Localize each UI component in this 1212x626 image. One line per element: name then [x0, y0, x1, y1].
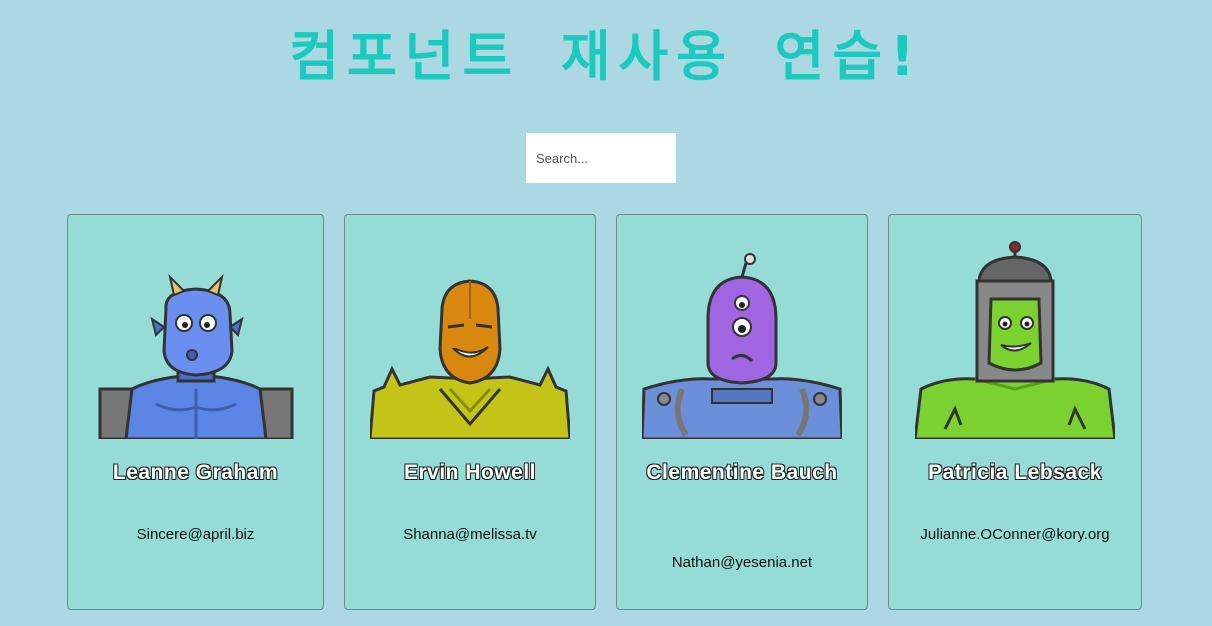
robot-name: Leanne Graham [112, 461, 279, 484]
robot-email: Shanna@melissa.tv [403, 526, 537, 543]
search-input[interactable] [526, 133, 676, 183]
robot-name: Patricia Lebsack [928, 461, 1102, 484]
robot-card[interactable]: Clementine Bauch Nathan@yesenia.net [616, 214, 868, 610]
blue-horned-robot-icon [98, 273, 293, 439]
robot-card[interactable]: Leanne Graham Sincere@april.biz [67, 214, 324, 610]
robot-email: Sincere@april.biz [136, 526, 255, 543]
green-helmet-robot-icon [915, 241, 1115, 439]
page-title: 컴포넌트 재사용 연습! [289, 25, 923, 88]
robot-name: Clementine Bauch [646, 461, 838, 484]
robot-email: Nathan@yesenia.net [671, 554, 813, 571]
orange-spiked-robot-icon [370, 279, 570, 439]
robot-card[interactable]: Patricia Lebsack Julianne.OConner@kory.o… [888, 214, 1142, 610]
robot-card[interactable]: Ervin Howell Shanna@melissa.tv [344, 214, 596, 610]
purple-cyclops-robot-icon [642, 253, 842, 439]
robot-email: Julianne.OConner@kory.org [920, 526, 1110, 543]
robot-name: Ervin Howell [403, 461, 537, 484]
